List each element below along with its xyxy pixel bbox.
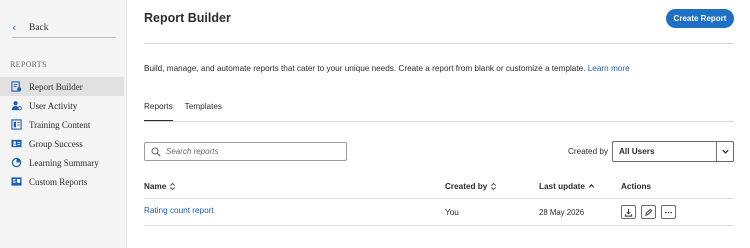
created-by-select[interactable]: All Users [612, 141, 734, 162]
sidebar-item-label: Training Content [29, 119, 91, 130]
tab-reports[interactable]: Reports [144, 102, 173, 122]
sidebar-item-user-activity[interactable]: User Activity [0, 96, 124, 115]
description-text: Build, manage, and automate reports that… [144, 64, 586, 73]
learning-summary-icon [10, 157, 22, 169]
search-icon [151, 146, 161, 157]
column-header-label: Last update [539, 182, 585, 191]
sidebar-item-label: Learning Summary [29, 157, 99, 168]
user-activity-icon [10, 100, 22, 112]
column-header-last-update[interactable]: Last update [539, 182, 595, 191]
sidebar-item-label: User Activity [29, 100, 78, 111]
section-label-reports: REPORTS [10, 60, 47, 69]
main-content: Report Builder Create Report Build, mana… [127, 0, 750, 248]
header-divider [144, 43, 734, 44]
row-actions [621, 205, 681, 219]
chevron-down-icon[interactable] [716, 142, 733, 161]
sidebar-item-label: Custom Reports [29, 176, 88, 187]
page-title: Report Builder [144, 11, 231, 25]
tabs-divider [144, 121, 734, 122]
back-label: Back [29, 22, 49, 33]
sidebar-item-training-content[interactable]: Training Content [0, 115, 124, 134]
sidebar-item-learning-summary[interactable]: Learning Summary [0, 153, 124, 172]
sidebar-nav: Report Builder User Activity Training Co… [0, 77, 124, 191]
column-header-label: Name [144, 182, 167, 191]
table-header-divider [144, 198, 734, 199]
more-icon [664, 211, 673, 213]
more-options-button[interactable] [661, 205, 676, 219]
training-content-icon [10, 119, 22, 131]
column-header-created-by[interactable]: Created by [445, 182, 497, 191]
report-builder-icon [10, 81, 22, 93]
sidebar-item-custom-reports[interactable]: Custom Reports [0, 172, 124, 191]
sidebar-item-report-builder[interactable]: Report Builder [0, 77, 124, 96]
chevron-left-icon: ‹ [12, 21, 17, 34]
search-input[interactable] [166, 147, 336, 156]
report-last-update: 28 May 2026 [539, 208, 585, 217]
report-name-link[interactable]: Rating count report [144, 206, 214, 215]
edit-button[interactable] [641, 205, 656, 219]
created-by-selected-value: All Users [619, 147, 655, 156]
report-created-by: You [445, 208, 459, 217]
table-row-divider [144, 225, 734, 226]
created-by-filter-label: Created by [568, 147, 609, 156]
pencil-icon [645, 208, 653, 216]
search-box[interactable] [144, 142, 347, 161]
learn-more-link[interactable]: Learn more [588, 64, 630, 73]
download-icon [624, 208, 633, 217]
sidebar-item-label: Group Success [29, 138, 83, 149]
sidebar-item-group-success[interactable]: Group Success [0, 134, 124, 153]
column-header-actions: Actions [621, 182, 652, 191]
back-link[interactable]: ‹ Back [12, 20, 116, 38]
column-header-label: Created by [445, 182, 488, 191]
tab-bar: Reports Templates [144, 102, 234, 122]
create-report-button[interactable]: Create Report [666, 9, 734, 28]
custom-reports-icon [10, 176, 22, 188]
page-description: Build, manage, and automate reports that… [144, 64, 630, 73]
sidebar-item-label: Report Builder [29, 81, 83, 92]
sort-icon [169, 182, 176, 191]
sidebar: ‹ Back REPORTS Report Builder User Activ… [0, 0, 127, 248]
column-header-name[interactable]: Name [144, 182, 176, 191]
sort-icon [490, 182, 497, 191]
group-success-icon [10, 138, 22, 150]
download-button[interactable] [621, 205, 636, 219]
tab-templates[interactable]: Templates [185, 102, 222, 122]
sort-ascending-icon [588, 182, 595, 191]
